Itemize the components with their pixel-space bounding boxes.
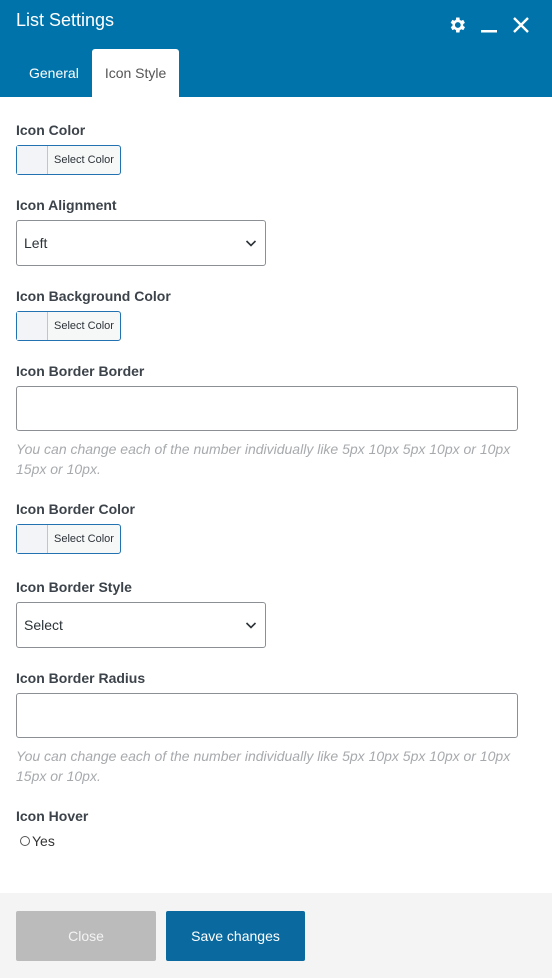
icon-bg-color-picker[interactable]: Select Color xyxy=(16,311,121,341)
icon-border-color-label: Icon Border Color xyxy=(16,501,136,517)
icon-alignment-value: Left xyxy=(24,235,48,251)
chevron-down-icon xyxy=(245,240,257,247)
settings-panel: Icon Color Select Color Icon Alignment L… xyxy=(0,97,552,893)
header-controls xyxy=(446,14,532,36)
color-swatch xyxy=(17,146,48,174)
tab-general[interactable]: General xyxy=(16,49,92,97)
icon-border-radius-label: Icon Border Radius xyxy=(16,670,146,686)
color-swatch xyxy=(17,312,48,340)
icon-bg-color-label: Icon Background Color xyxy=(16,288,171,304)
tab-bar: General Icon Style xyxy=(16,49,180,97)
select-color-text: Select Color xyxy=(54,154,114,166)
select-color-text: Select Color xyxy=(54,533,114,545)
icon-color-label: Icon Color xyxy=(16,122,86,138)
icon-border-border-input[interactable] xyxy=(16,386,518,431)
icon-border-color-picker[interactable]: Select Color xyxy=(16,524,121,554)
icon-border-radius-help: You can change each of the number indivi… xyxy=(16,748,511,784)
radio-button[interactable] xyxy=(20,836,30,846)
icon-hover-yes-option[interactable]: Yes xyxy=(20,833,55,849)
modal-header: List Settings General Icon Style xyxy=(0,0,552,97)
icon-border-radius-input[interactable] xyxy=(16,693,518,738)
radio-label: Yes xyxy=(32,833,55,849)
select-color-text: Select Color xyxy=(54,320,114,332)
icon-hover-label: Icon Hover xyxy=(16,808,89,824)
close-icon[interactable] xyxy=(510,14,532,36)
save-changes-button[interactable]: Save changes xyxy=(166,911,305,961)
minimize-icon[interactable] xyxy=(478,14,500,36)
icon-border-style-select[interactable]: Select xyxy=(16,602,266,648)
icon-border-border-label: Icon Border Border xyxy=(16,363,145,379)
icon-border-style-value: Select xyxy=(24,617,63,633)
modal-title: List Settings xyxy=(16,10,115,30)
icon-border-style-label: Icon Border Style xyxy=(16,579,132,595)
gear-icon[interactable] xyxy=(446,14,468,36)
color-swatch xyxy=(17,525,48,553)
icon-color-picker[interactable]: Select Color xyxy=(16,145,121,175)
icon-alignment-select[interactable]: Left xyxy=(16,220,266,266)
chevron-down-icon xyxy=(245,622,257,629)
close-button[interactable]: Close xyxy=(16,911,156,961)
modal-footer: Close Save changes xyxy=(0,893,552,978)
tab-icon-style[interactable]: Icon Style xyxy=(91,49,180,97)
icon-alignment-label: Icon Alignment xyxy=(16,197,117,213)
icon-border-border-help: You can change each of the number indivi… xyxy=(16,441,511,477)
